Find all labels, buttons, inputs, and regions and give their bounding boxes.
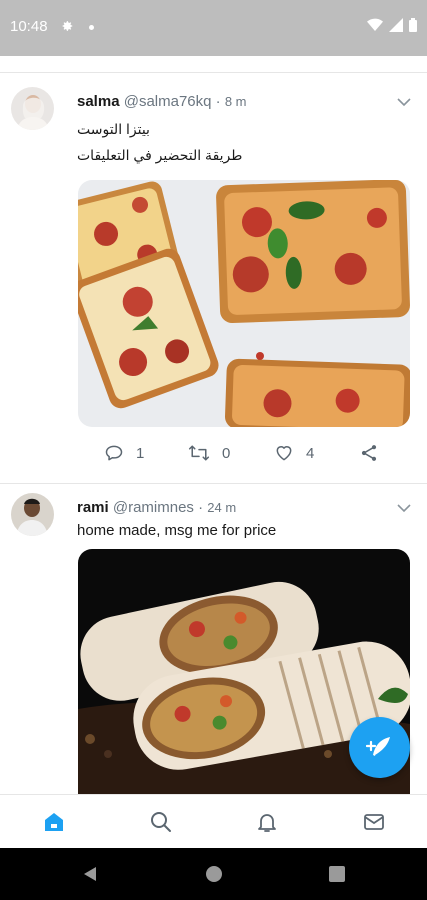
chevron-down-icon[interactable] — [397, 94, 411, 112]
messages-icon — [364, 814, 384, 830]
tweet-text-line: home made, msg me for price — [77, 522, 277, 539]
tweet-actions: 1 0 4 — [104, 443, 384, 467]
bottom-navigation — [0, 794, 427, 849]
nav-notifications[interactable] — [253, 809, 281, 835]
separator: · — [198, 499, 204, 516]
tweet-media-image[interactable] — [78, 180, 410, 427]
nav-home[interactable] — [40, 809, 68, 835]
user-handle[interactable]: @salma76kq — [124, 93, 212, 110]
like-action[interactable]: 4 — [274, 443, 314, 463]
system-navigation-bar — [0, 848, 427, 900]
nav-messages[interactable] — [360, 809, 388, 835]
status-bar: 10:48 — [0, 0, 427, 56]
heart-icon — [276, 446, 292, 461]
share-icon — [361, 445, 377, 461]
avatar[interactable] — [11, 493, 54, 536]
user-name[interactable]: salma — [77, 93, 120, 110]
share-action[interactable] — [359, 443, 379, 463]
tweet-header: salma @salma76kq · 8 m — [77, 93, 247, 110]
chevron-down-icon[interactable] — [397, 500, 411, 518]
gear-icon — [60, 19, 74, 38]
tweet-text-line: بيتزا التوست — [77, 121, 150, 137]
user-name[interactable]: rami — [77, 499, 109, 516]
recents-icon[interactable] — [328, 865, 346, 883]
retweet-action[interactable]: 0 — [188, 443, 230, 463]
reply-action[interactable]: 1 — [104, 443, 144, 463]
retweet-icon — [188, 445, 210, 461]
search-icon — [151, 812, 171, 832]
notifications-icon — [258, 814, 276, 832]
back-icon[interactable] — [81, 865, 99, 883]
reply-count: 1 — [136, 444, 145, 462]
tweet-text-line: طريقة التحضير في التعليقات — [77, 147, 243, 163]
tweet-header: rami @ramimnes · 24 m — [77, 499, 236, 516]
retweet-count: 0 — [222, 444, 231, 462]
dot-icon — [89, 25, 94, 30]
separator: · — [215, 93, 221, 110]
user-handle[interactable]: @ramimnes — [113, 499, 194, 516]
wifi-icon — [367, 18, 383, 31]
tweet-time: 24 m — [207, 500, 237, 515]
home-icon — [45, 813, 63, 831]
battery-icon — [409, 18, 417, 32]
compose-feather-icon — [365, 736, 390, 756]
compose-tweet-button[interactable] — [349, 717, 410, 778]
tweet-divider — [0, 483, 427, 484]
like-count: 4 — [306, 444, 315, 462]
signal-icon — [389, 18, 403, 32]
nav-search[interactable] — [147, 809, 175, 835]
reply-icon — [105, 445, 123, 461]
avatar[interactable] — [11, 87, 54, 130]
status-time: 10:48 — [10, 18, 48, 35]
home-button-icon[interactable] — [205, 865, 223, 883]
top-divider — [0, 72, 427, 73]
status-icons — [367, 18, 417, 32]
tweet-time: 8 m — [224, 94, 247, 109]
